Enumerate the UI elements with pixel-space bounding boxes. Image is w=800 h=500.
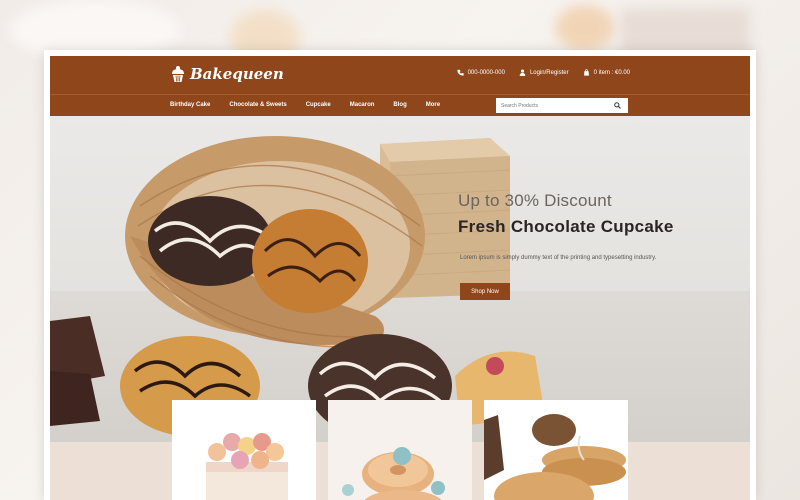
cart-link[interactable]: 0 item : €0.00 xyxy=(583,69,630,76)
hero-headline: Fresh Chocolate Cupcake xyxy=(458,217,674,236)
discount-text: Up to 30% Discount xyxy=(458,191,612,210)
nav-menu: Birthday Cake Chocolate & Sweets Cupcake… xyxy=(170,102,459,108)
shop-now-button[interactable]: Shop Now xyxy=(460,283,510,300)
backdrop-blur xyxy=(555,5,615,50)
nav-item-blog[interactable]: Blog xyxy=(393,102,406,108)
search-button[interactable] xyxy=(611,100,623,112)
product-card[interactable] xyxy=(172,400,316,500)
hero-description: Lorem ipsum is simply dummy text of the … xyxy=(460,255,657,261)
hero-banner: Up to 30% Discount Fresh Chocolate Cupca… xyxy=(50,116,750,442)
phone-icon xyxy=(456,69,464,76)
preview-frame: Bakequeen 000-0000-000 Login/Register 0 … xyxy=(44,50,756,500)
cookies-image xyxy=(484,414,626,500)
brand-name: Bakequeen xyxy=(190,65,284,83)
nav-item-birthday-cake[interactable]: Birthday Cake xyxy=(170,102,210,108)
user-icon xyxy=(519,69,526,76)
login-link[interactable]: Login/Register xyxy=(519,69,569,76)
header-topbar: Bakequeen 000-0000-000 Login/Register 0 … xyxy=(50,56,750,94)
product-card[interactable] xyxy=(484,400,628,500)
cupcake-icon xyxy=(172,66,184,82)
nav-item-cupcake[interactable]: Cupcake xyxy=(306,102,331,108)
login-label: Login/Register xyxy=(529,69,569,76)
macaron-cake-image xyxy=(206,433,288,500)
hero-illustration xyxy=(50,136,545,438)
cart-icon xyxy=(583,69,589,76)
phone-number: 000-0000-000 xyxy=(467,69,505,76)
search-input[interactable] xyxy=(501,102,611,109)
phone-link[interactable]: 000-0000-000 xyxy=(456,69,505,76)
search-box xyxy=(496,98,628,113)
website-preview: Bakequeen 000-0000-000 Login/Register 0 … xyxy=(50,56,750,500)
nav-item-more[interactable]: More xyxy=(426,102,440,108)
product-card[interactable] xyxy=(328,400,472,500)
nav-item-macaron[interactable]: Macaron xyxy=(350,102,375,108)
site-logo[interactable]: Bakequeen xyxy=(170,65,284,83)
donut-image xyxy=(342,447,445,500)
main-nav: Birthday Cake Chocolate & Sweets Cupcake… xyxy=(50,94,750,116)
cart-summary: 0 item : €0.00 xyxy=(593,69,630,76)
nav-item-chocolate-sweets[interactable]: Chocolate & Sweets xyxy=(229,102,286,108)
header-links: 000-0000-000 Login/Register 0 item : €0.… xyxy=(456,69,630,76)
search-icon xyxy=(613,102,621,109)
